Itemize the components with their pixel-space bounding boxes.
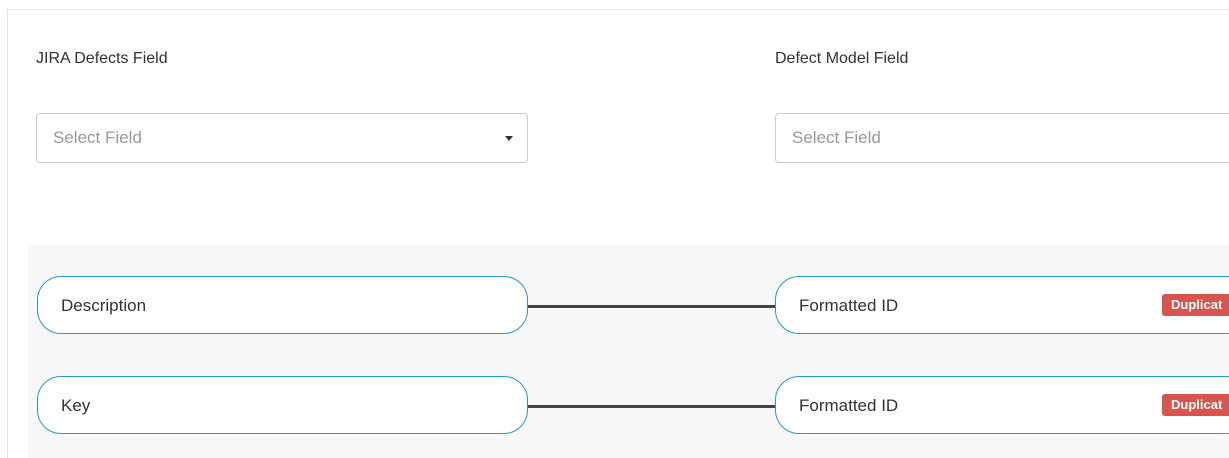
mapping-list: Description Formatted ID Duplicat Key Fo… [28, 245, 1229, 458]
jira-field-select-placeholder: Select Field [53, 128, 142, 147]
target-field-pill[interactable]: Formatted ID Duplicat [775, 376, 1229, 434]
mapping-connector-line [527, 405, 778, 408]
source-field-label: Description [61, 296, 147, 315]
target-field-label: Formatted ID [799, 396, 899, 415]
jira-field-select[interactable]: Select Field [36, 113, 528, 163]
source-field-pill[interactable]: Description [37, 276, 528, 334]
defect-model-field-label: Defect Model Field [775, 50, 909, 67]
target-field-label: Formatted ID [799, 296, 899, 315]
defect-model-field-select-placeholder: Select Field [792, 128, 881, 147]
caret-down-icon[interactable] [505, 136, 513, 141]
duplicate-badge: Duplicat [1162, 394, 1229, 416]
source-field-pill[interactable]: Key [37, 376, 528, 434]
field-mapping-panel: JIRA Defects Field Defect Model Field Se… [7, 9, 1229, 458]
target-field-pill[interactable]: Formatted ID Duplicat [775, 276, 1229, 334]
defect-model-field-select[interactable]: Select Field [775, 113, 1229, 163]
source-field-label: Key [61, 396, 91, 415]
mapping-connector-line [527, 305, 778, 308]
duplicate-badge: Duplicat [1162, 294, 1229, 316]
jira-defects-field-label: JIRA Defects Field [36, 50, 168, 67]
